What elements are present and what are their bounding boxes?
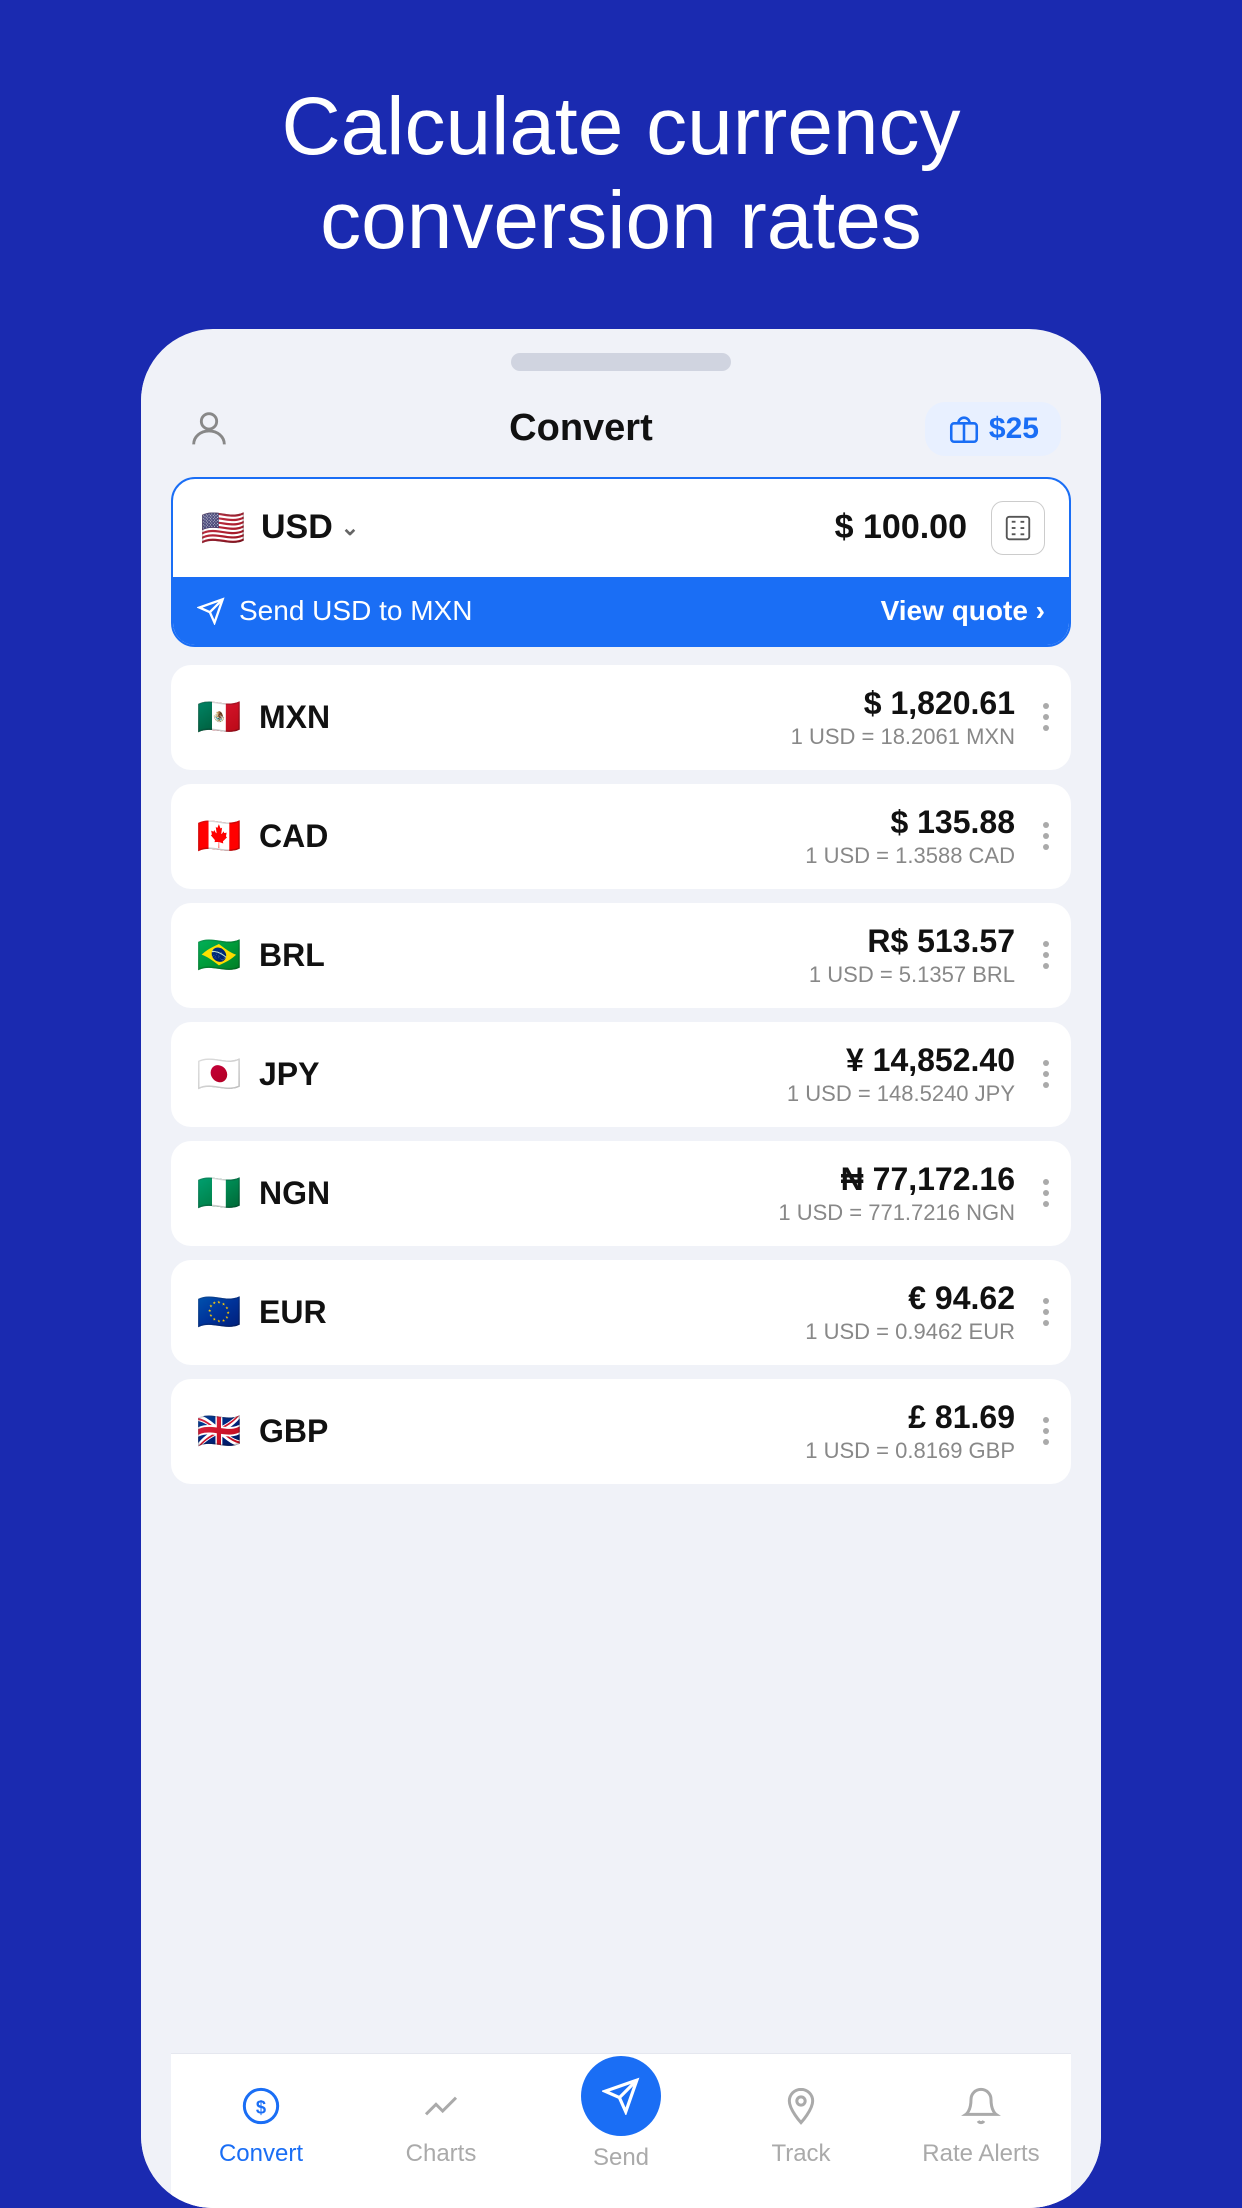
currency-row-cad[interactable]: 🇨🇦 CAD $ 135.88 1 USD = 1.3588 CAD — [171, 784, 1071, 889]
currency-row-ngn[interactable]: 🇳🇬 NGN ₦ 77,172.16 1 USD = 771.7216 NGN — [171, 1141, 1071, 1246]
currency-input-card[interactable]: 🇺🇸 USD ⌄ $ 100.00 — [171, 477, 1071, 647]
nav-label-convert: Convert — [219, 2140, 303, 2168]
nav-label-charts: Charts — [406, 2140, 477, 2168]
base-currency-amount[interactable]: $ 100.00 — [835, 508, 967, 547]
send-button[interactable] — [581, 2056, 661, 2136]
track-icon — [775, 2080, 827, 2132]
flag-eur: 🇪🇺 — [193, 1286, 245, 1338]
currency-list: 🇲🇽 MXN $ 1,820.61 1 USD = 18.2061 MXN 🇨🇦… — [171, 665, 1071, 1498]
nav-label-send: Send — [593, 2144, 649, 2172]
screen: Convert $25 🇺🇸 USD ⌄ $ 100.00 — [141, 371, 1101, 2208]
convert-icon: $ — [235, 2080, 287, 2132]
more-menu-cad[interactable] — [1043, 822, 1049, 850]
more-menu-jpy[interactable] — [1043, 1060, 1049, 1088]
flag-jpy: 🇯🇵 — [193, 1048, 245, 1100]
nav-item-send[interactable]: Send — [561, 2076, 681, 2172]
flag-cad: 🇨🇦 — [193, 810, 245, 862]
base-currency-code[interactable]: USD ⌄ — [261, 508, 359, 547]
send-banner-text: Send USD to MXN — [197, 595, 472, 627]
more-menu-ngn[interactable] — [1043, 1179, 1049, 1207]
calculator-button[interactable] — [991, 501, 1045, 555]
nav-item-charts[interactable]: Charts — [381, 2080, 501, 2168]
phone-shell: Convert $25 🇺🇸 USD ⌄ $ 100.00 — [141, 329, 1101, 2208]
chevron-down-icon: ⌄ — [341, 515, 359, 541]
more-menu-gbp[interactable] — [1043, 1417, 1049, 1445]
nav-item-convert[interactable]: $ Convert — [201, 2080, 321, 2168]
flag-brl: 🇧🇷 — [193, 929, 245, 981]
charts-icon — [415, 2080, 467, 2132]
flag-gbp: 🇬🇧 — [193, 1405, 245, 1457]
currency-row-gbp[interactable]: 🇬🇧 GBP £ 81.69 1 USD = 0.8169 GBP — [171, 1379, 1071, 1484]
base-flag: 🇺🇸 — [197, 502, 249, 554]
more-menu-eur[interactable] — [1043, 1298, 1049, 1326]
nav-label-rate-alerts: Rate Alerts — [922, 2140, 1039, 2168]
top-bar: Convert $25 — [171, 371, 1071, 477]
nav-item-track[interactable]: Track — [741, 2080, 861, 2168]
svg-text:$: $ — [256, 2097, 266, 2118]
currency-row-eur[interactable]: 🇪🇺 EUR € 94.62 1 USD = 0.9462 EUR — [171, 1260, 1071, 1365]
nav-label-track: Track — [771, 2140, 830, 2168]
hero-title: Calculate currency conversion rates — [221, 80, 1020, 269]
currency-row-mxn[interactable]: 🇲🇽 MXN $ 1,820.61 1 USD = 18.2061 MXN — [171, 665, 1071, 770]
more-menu-mxn[interactable] — [1043, 703, 1049, 731]
flag-mxn: 🇲🇽 — [193, 691, 245, 743]
profile-icon[interactable] — [181, 401, 237, 457]
send-banner[interactable]: Send USD to MXN View quote › — [173, 577, 1069, 645]
flag-ngn: 🇳🇬 — [193, 1167, 245, 1219]
nav-item-rate-alerts[interactable]: Rate Alerts — [921, 2080, 1041, 2168]
phone-notch — [511, 353, 731, 371]
bottom-nav: $ Convert Charts — [171, 2053, 1071, 2208]
currency-input-row: 🇺🇸 USD ⌄ $ 100.00 — [173, 479, 1069, 577]
more-menu-brl[interactable] — [1043, 941, 1049, 969]
promo-badge[interactable]: $25 — [925, 402, 1061, 456]
page-title: Convert — [509, 407, 653, 450]
currency-row-brl[interactable]: 🇧🇷 BRL R$ 513.57 1 USD = 5.1357 BRL — [171, 903, 1071, 1008]
send-banner-cta[interactable]: View quote › — [881, 595, 1045, 627]
currency-row-jpy[interactable]: 🇯🇵 JPY ¥ 14,852.40 1 USD = 148.5240 JPY — [171, 1022, 1071, 1127]
rate-alerts-icon — [955, 2080, 1007, 2132]
